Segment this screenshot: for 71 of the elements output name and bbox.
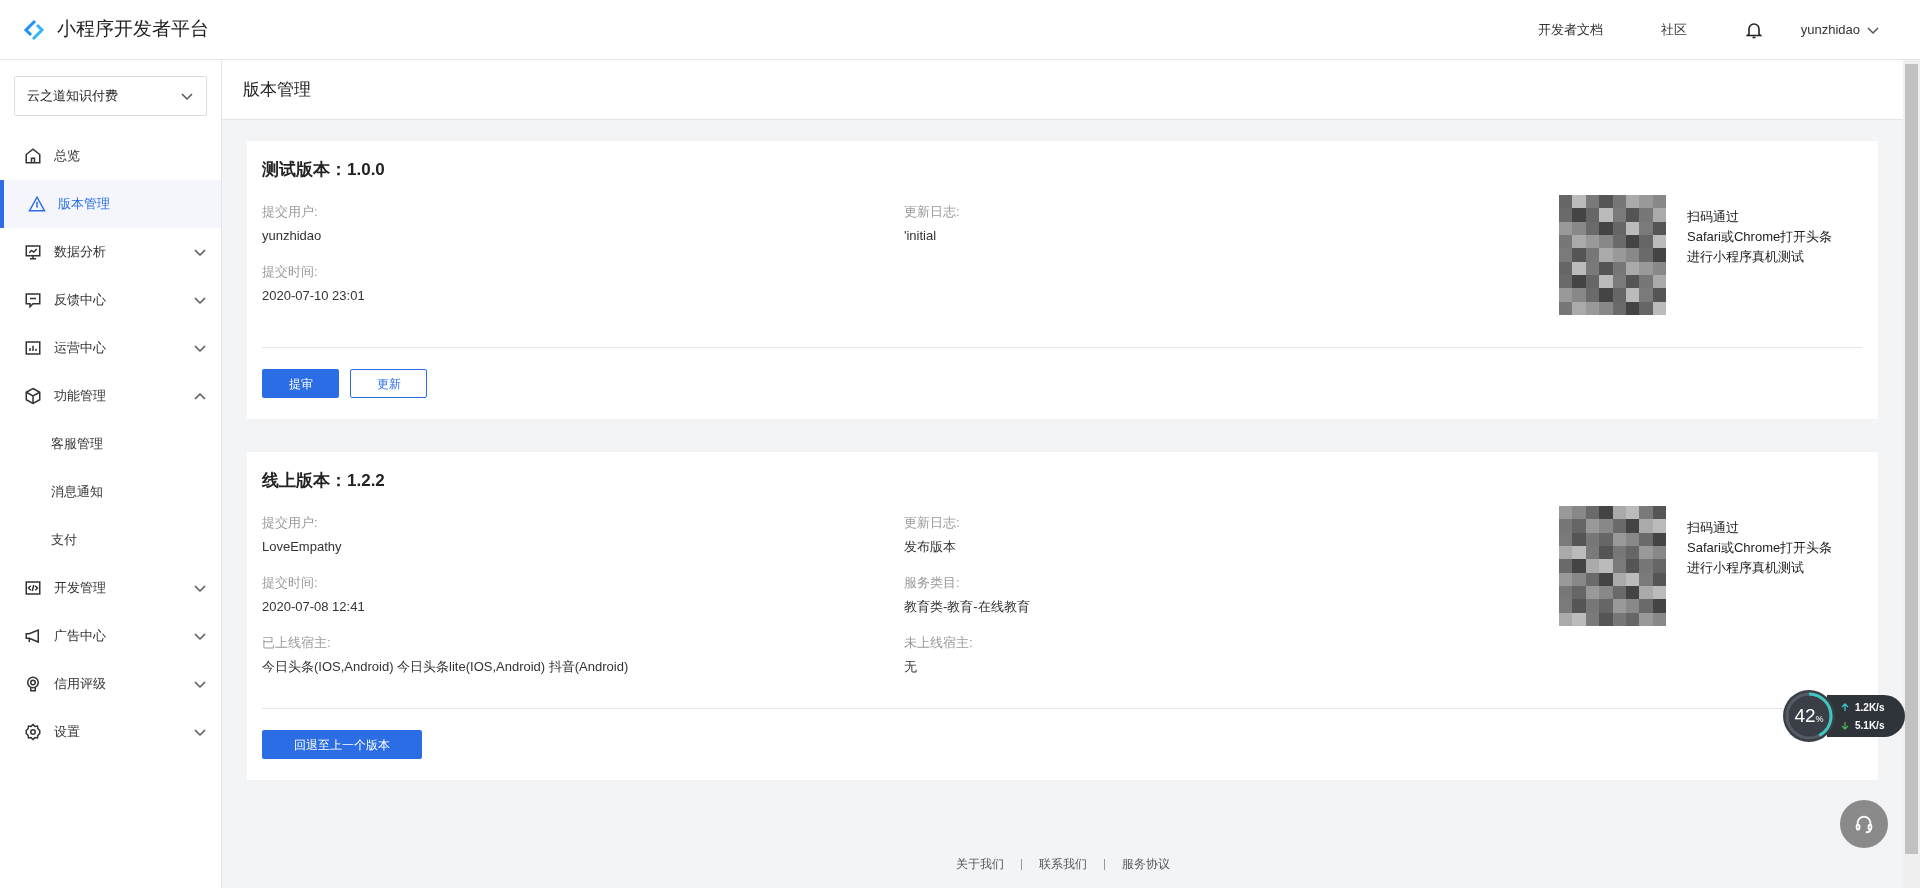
field-value: 教育类-教育-在线教育 [904,598,1031,616]
footer-link[interactable]: 联系我们 [1038,855,1087,873]
field-label: 提交时间: [262,263,319,281]
field-value: yunzhidao [262,227,323,245]
version-title: 测试版本：1.0.0 [262,159,385,181]
field-label: 服务类目: [904,574,961,592]
upload-arrow-icon [1841,702,1849,712]
megaphone-icon [24,627,42,645]
logo-icon [22,17,46,42]
field-value: LoveEmpathy [262,538,343,556]
field-value: 2020-07-10 23:01 [262,287,366,305]
field-label: 提交用户: [262,203,319,221]
platform-title: 小程序开发者平台 [57,17,209,42]
field-value: 无 [904,658,918,676]
speed-value: 5.1K/s [1855,718,1885,733]
message-icon [24,291,42,309]
sidebar-subitem[interactable]: 客服管理 [0,420,221,468]
field-label: 提交用户: [262,514,319,532]
sidebar-item[interactable]: 版本管理 [0,180,221,228]
field-value: 2020-07-08 12:41 [262,598,366,616]
action-button[interactable]: 提审 [262,369,339,398]
sidebar-subitem[interactable]: 消息通知 [0,468,221,516]
qr-caption-line: Safari或Chrome打开头条 [1687,228,1833,246]
bar-chart-icon [24,339,42,357]
field-label: 已上线宿主: [262,634,332,652]
qr-caption-line: 进行小程序真机测试 [1687,559,1805,577]
field-label: 提交时间: [262,574,319,592]
footer-link[interactable]: 关于我们 [955,855,1004,873]
action-button[interactable]: 回退至上一个版本 [262,730,422,759]
sidebar-item[interactable]: 设置 [0,708,221,756]
sidebar-item[interactable]: 运营中心 [0,324,221,372]
qr-caption-line: 扫码通过 [1687,208,1740,226]
cube-icon [24,387,42,405]
settings-icon [24,723,42,741]
header-link[interactable]: 开发者文档 [1537,19,1603,40]
scrollbar[interactable] [1903,60,1920,888]
sidebar-item[interactable]: 反馈中心 [0,276,221,324]
header-link[interactable]: 社区 [1660,19,1687,40]
page-title: 版本管理 [243,78,311,101]
home-icon [24,147,42,165]
code-icon [24,579,42,597]
field-label: 未上线宿主: [904,634,974,652]
user-menu[interactable]: yunzhidao [1800,19,1880,40]
sidebar-item[interactable]: 开发管理 [0,564,221,612]
badge-icon [24,675,42,693]
qr-caption-line: 进行小程序真机测试 [1687,248,1805,266]
qr-caption-line: 扫码通过 [1687,519,1740,537]
field-label: 更新日志: [904,203,961,221]
sidebar-subitem[interactable]: 支付 [0,516,221,564]
percent-value: 42 [1794,703,1816,728]
sidebar-item[interactable]: 信用评级 [0,660,221,708]
field-value: 'initial [904,227,938,245]
sidebar-item[interactable]: 功能管理 [0,372,221,420]
footer-link[interactable]: 服务协议 [1121,855,1170,873]
notification-bell-icon[interactable] [1744,20,1763,39]
field-value: 今日头条(IOS,Android) 今日头条lite(IOS,Android) 抖音(Android) [262,658,630,676]
field-label: 更新日志: [904,514,961,532]
version-title: 线上版本：1.2.2 [262,470,385,492]
sidebar-item[interactable]: 总览 [0,132,221,180]
field-value: 发布版本 [904,538,957,556]
action-button[interactable]: 更新 [350,369,427,398]
sidebar-item[interactable]: 数据分析 [0,228,221,276]
sidebar-item[interactable]: 广告中心 [0,612,221,660]
percent-unit: % [1815,713,1824,726]
warning-triangle-icon [28,195,46,213]
monitor-chart-icon [24,243,42,261]
download-arrow-icon [1841,720,1849,730]
speed-value: 1.2K/s [1855,700,1885,715]
headset-icon [1853,813,1875,835]
app-selector[interactable]: 云之道知识付费 [14,76,207,116]
qr-caption-line: Safari或Chrome打开头条 [1687,539,1833,557]
